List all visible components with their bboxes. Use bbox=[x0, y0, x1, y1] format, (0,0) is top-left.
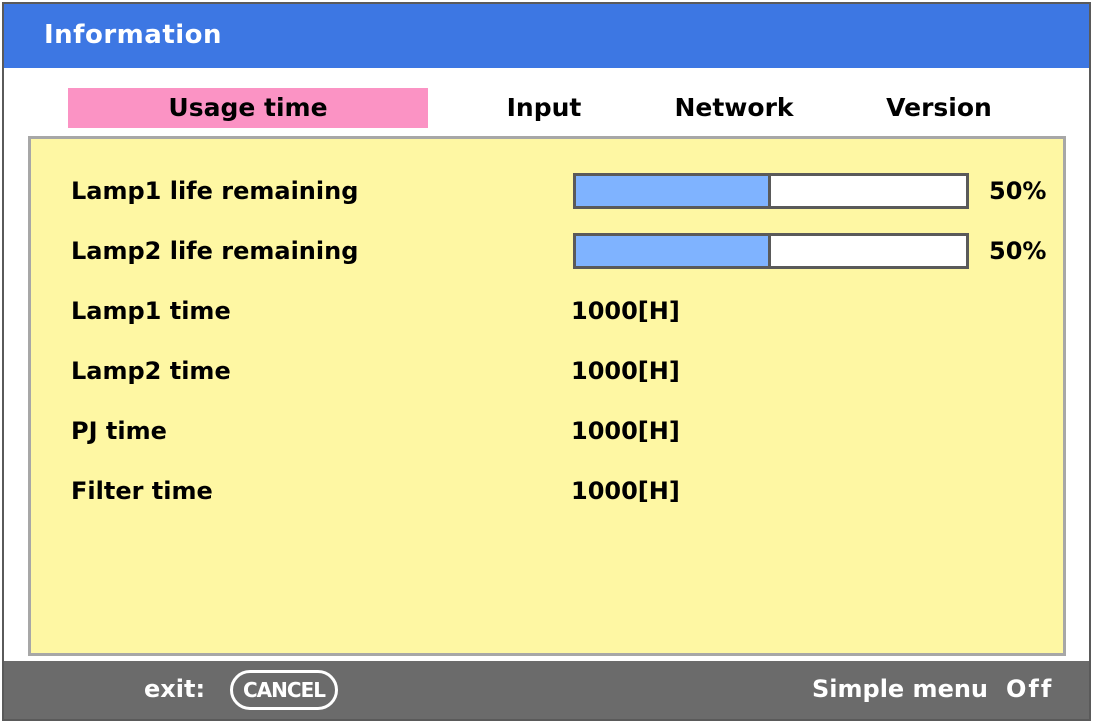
lamp2-life-bar bbox=[573, 233, 969, 269]
cancel-button[interactable]: CANCEL bbox=[230, 670, 338, 710]
title-bar: Information bbox=[4, 4, 1089, 71]
tab-version[interactable]: Version bbox=[864, 88, 1014, 128]
simple-menu-label: Simple menu bbox=[812, 675, 989, 703]
window-title: Information bbox=[44, 20, 223, 50]
lamp1-time-label: Lamp1 time bbox=[71, 297, 231, 325]
filter-time-value: 1000[H] bbox=[571, 477, 680, 505]
tab-bar: Usage time Input Network Version bbox=[4, 74, 1089, 134]
status-bar: exit: CANCEL Simple menu Off bbox=[4, 661, 1089, 719]
exit-label: exit: bbox=[144, 675, 206, 703]
lamp2-time-label: Lamp2 time bbox=[71, 357, 231, 385]
lamp1-life-bar-fill bbox=[576, 176, 771, 206]
pj-time-value: 1000[H] bbox=[571, 417, 680, 445]
usage-time-panel: Lamp1 life remaining 50% Lamp2 life rema… bbox=[28, 136, 1066, 656]
lamp2-life-label: Lamp2 life remaining bbox=[71, 237, 359, 265]
tab-input[interactable]: Input bbox=[474, 88, 614, 128]
lamp1-time-value: 1000[H] bbox=[571, 297, 680, 325]
information-window: Information Usage time Input Network Ver… bbox=[2, 2, 1091, 721]
pj-time-label: PJ time bbox=[71, 417, 167, 445]
lamp2-time-value: 1000[H] bbox=[571, 357, 680, 385]
lamp1-life-bar bbox=[573, 173, 969, 209]
simple-menu-value[interactable]: Off bbox=[1006, 675, 1053, 703]
tab-usage-time[interactable]: Usage time bbox=[68, 88, 428, 128]
lamp2-life-percent: 50% bbox=[989, 237, 1047, 265]
lamp1-life-percent: 50% bbox=[989, 177, 1047, 205]
lamp2-life-bar-fill bbox=[576, 236, 771, 266]
lamp1-life-label: Lamp1 life remaining bbox=[71, 177, 359, 205]
filter-time-label: Filter time bbox=[71, 477, 213, 505]
tab-network[interactable]: Network bbox=[654, 88, 814, 128]
